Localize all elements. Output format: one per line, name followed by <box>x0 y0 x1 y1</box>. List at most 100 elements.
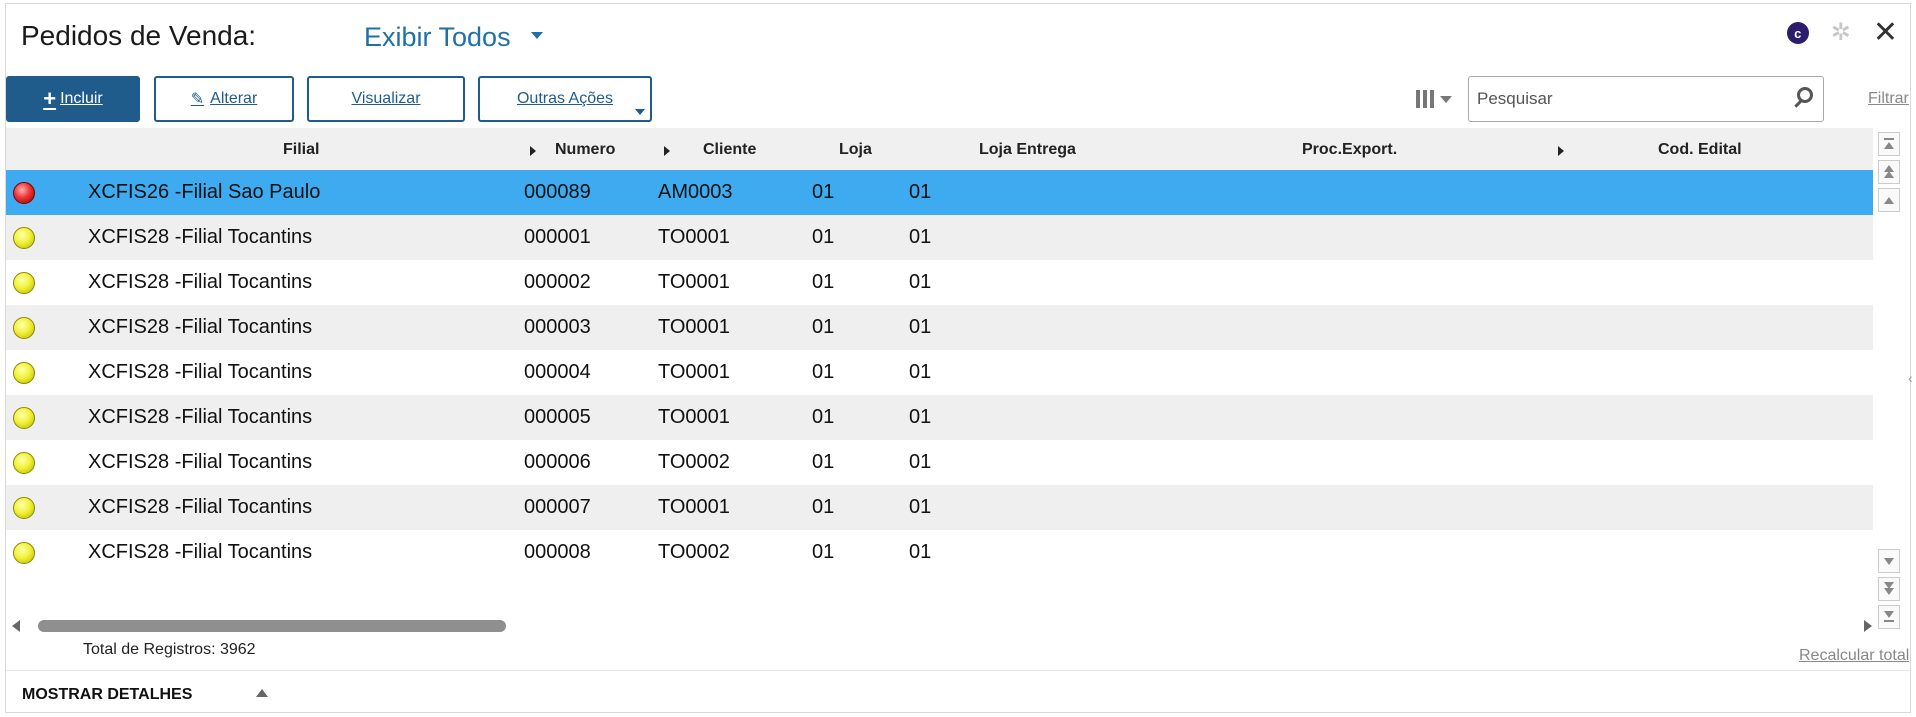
cell-loja-entrega: 01 <box>909 271 932 293</box>
horizontal-scrollbar[interactable] <box>12 617 1872 635</box>
cell-filial: XCFIS28 -Filial Tocantins <box>88 541 313 563</box>
cell-cliente: TO0001 <box>658 496 730 518</box>
alterar-button[interactable]: ✎ Alterar <box>154 76 294 122</box>
scroll-page-up-button[interactable] <box>1878 160 1900 184</box>
scroll-up-button[interactable] <box>1878 188 1900 212</box>
visualizar-label: Visualizar <box>351 90 421 107</box>
search-box <box>1468 76 1824 122</box>
column-header-cod-edital[interactable]: Cod. Edital <box>1658 141 1742 159</box>
table-body: XCFIS26 -Filial Sao Paulo 000089 AM0003 01 0… <box>6 170 1873 575</box>
chevron-down-icon[interactable] <box>531 32 543 39</box>
chevron-down-icon <box>1440 95 1452 103</box>
sort-arrow-icon[interactable] <box>530 146 536 156</box>
table-row[interactable]: XCFIS26 -Filial Sao Paulo 000089 AM0003 01 0… <box>6 170 1873 215</box>
cell-numero: 000001 <box>524 226 591 248</box>
side-panel-handle-icon[interactable]: ‹ <box>1908 370 1913 386</box>
status-yellow-icon <box>13 497 35 519</box>
scroll-bottom-button[interactable] <box>1878 605 1900 629</box>
outras-acoes-button[interactable]: Outras Ações <box>478 76 652 122</box>
cell-filial: XCFIS28 -Filial Tocantins <box>88 451 313 473</box>
status-yellow-icon <box>13 542 35 564</box>
cell-cliente: TO0001 <box>658 361 730 383</box>
cell-filial: XCFIS28 -Filial Tocantins <box>88 406 313 428</box>
cell-cliente: AM0003 <box>658 181 733 203</box>
cell-cliente: TO0001 <box>658 271 730 293</box>
cell-numero: 000005 <box>524 406 591 428</box>
orders-table: Filial Numero Cliente Loja Loja Entrega … <box>6 128 1873 575</box>
cell-numero: 000007 <box>524 496 591 518</box>
column-picker-button[interactable] <box>1416 84 1472 114</box>
cell-loja: 01 <box>812 541 835 563</box>
table-row[interactable]: XCFIS28 -Filial Tocantins 000007 TO0001 01 0… <box>6 485 1873 530</box>
window-header: Pedidos de Venda: Exibir Todos c ✲ ✕ <box>6 4 1910 70</box>
cell-loja-entrega: 01 <box>909 316 932 338</box>
scroll-down-button[interactable] <box>1878 549 1900 573</box>
search-input[interactable] <box>1469 77 1769 121</box>
cell-loja: 01 <box>812 226 835 248</box>
alterar-label: Alterar <box>210 90 258 107</box>
scroll-top-button[interactable] <box>1878 132 1900 156</box>
cell-loja-entrega: 01 <box>909 451 932 473</box>
column-header-proc-export[interactable]: Proc.Export. <box>1302 141 1397 159</box>
divider <box>6 670 1910 671</box>
cell-filial: XCFIS28 -Filial Tocantins <box>88 496 313 518</box>
table-row[interactable]: XCFIS28 -Filial Tocantins 000004 TO0001 01 0… <box>6 350 1873 395</box>
scroll-page-down-button[interactable] <box>1878 577 1900 601</box>
header-icons: c ✲ ✕ <box>1786 18 1898 48</box>
status-yellow-icon <box>13 317 35 339</box>
cell-cliente: TO0002 <box>658 451 730 473</box>
table-row[interactable]: XCFIS28 -Filial Tocantins 000003 TO0001 01 0… <box>6 305 1873 350</box>
view-filter-select[interactable]: Exibir Todos <box>364 22 511 53</box>
chevron-up-icon[interactable] <box>256 689 268 697</box>
total-records: Total de Registros: 3962 <box>83 641 256 658</box>
cell-loja-entrega: 01 <box>909 181 932 203</box>
pencil-icon: ✎ <box>190 91 205 108</box>
table-row[interactable]: XCFIS28 -Filial Tocantins 000002 TO0001 01 0… <box>6 260 1873 305</box>
search-icon[interactable] <box>1797 87 1813 103</box>
cell-loja: 01 <box>812 496 835 518</box>
cell-filial: XCFIS28 -Filial Tocantins <box>88 226 313 248</box>
table-row[interactable]: XCFIS28 -Filial Tocantins 000001 TO0001 01 0… <box>6 215 1873 260</box>
cell-filial: XCFIS28 -Filial Tocantins <box>88 361 313 383</box>
table-header: Filial Numero Cliente Loja Loja Entrega … <box>6 128 1873 170</box>
sort-arrow-icon[interactable] <box>664 146 670 156</box>
gear-icon[interactable]: ✲ <box>1831 21 1851 45</box>
chevron-down-icon <box>635 109 645 115</box>
cell-loja-entrega: 01 <box>909 406 932 428</box>
scroll-right-icon[interactable] <box>1864 620 1872 632</box>
status-yellow-icon <box>13 452 35 474</box>
cell-filial: XCFIS26 -Filial Sao Paulo <box>88 181 321 203</box>
column-header-filial[interactable]: Filial <box>283 141 319 159</box>
vertical-scrollbar[interactable] <box>1876 128 1904 638</box>
column-header-numero[interactable]: Numero <box>555 141 615 159</box>
cell-numero: 000008 <box>524 541 591 563</box>
status-yellow-icon <box>13 272 35 294</box>
scroll-left-icon[interactable] <box>12 620 20 632</box>
filtrar-link[interactable]: Filtrar <box>1868 90 1909 108</box>
scrollbar-thumb[interactable] <box>38 620 506 632</box>
visualizar-button[interactable]: Visualizar <box>307 76 465 122</box>
c-brand-icon[interactable]: c <box>1786 22 1809 44</box>
cell-filial: XCFIS28 -Filial Tocantins <box>88 316 313 338</box>
column-header-loja[interactable]: Loja <box>839 141 872 159</box>
sort-arrow-icon[interactable] <box>1558 146 1564 156</box>
cell-loja-entrega: 01 <box>909 361 932 383</box>
column-header-loja-entrega[interactable]: Loja Entrega <box>979 141 1076 159</box>
columns-icon <box>1416 90 1434 108</box>
cell-filial: XCFIS28 -Filial Tocantins <box>88 271 313 293</box>
outras-acoes-label: Outras Ações <box>516 90 614 107</box>
cell-cliente: TO0002 <box>658 541 730 563</box>
recalcular-total-link[interactable]: Recalcular total <box>1799 647 1909 665</box>
table-row[interactable]: XCFIS28 -Filial Tocantins 000006 TO0002 01 0… <box>6 440 1873 485</box>
table-row[interactable]: XCFIS28 -Filial Tocantins 000005 TO0001 01 0… <box>6 395 1873 440</box>
cell-loja: 01 <box>812 316 835 338</box>
cell-cliente: TO0001 <box>658 406 730 428</box>
close-icon[interactable]: ✕ <box>1873 18 1898 48</box>
table-row[interactable]: XCFIS28 -Filial Tocantins 000008 TO0002 01 0… <box>6 530 1873 575</box>
cell-loja-entrega: 01 <box>909 496 932 518</box>
cell-numero: 000004 <box>524 361 591 383</box>
incluir-button[interactable]: + Incluir <box>6 76 140 122</box>
show-details-toggle[interactable]: MOSTRAR DETALHES <box>22 686 192 704</box>
column-header-cliente[interactable]: Cliente <box>703 141 756 159</box>
incluir-label: Incluir <box>60 90 103 107</box>
